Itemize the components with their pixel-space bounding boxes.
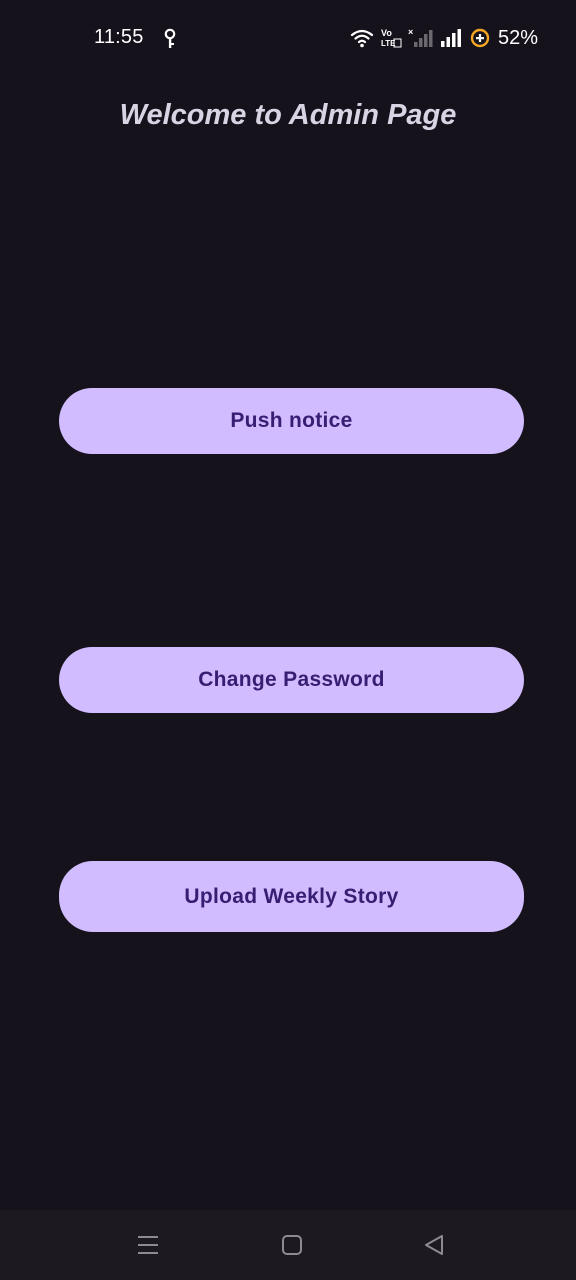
push-notice-button[interactable]: Push notice [59,388,524,454]
change-password-button[interactable]: Change Password [59,647,524,713]
page-title: Welcome to Admin Page [119,99,457,131]
volte-icon: Vo LTE [381,28,402,48]
back-icon [425,1235,443,1255]
back-button[interactable] [418,1229,450,1261]
home-icon [282,1235,302,1255]
status-time: 11:55 [94,26,144,48]
upload-weekly-story-button[interactable]: Upload Weekly Story [59,861,524,932]
status-icons: Vo LTE × 52% [350,24,538,52]
svg-text:×: × [408,27,413,37]
key-icon [164,28,176,48]
svg-text:Vo: Vo [381,28,392,38]
admin-screen: 11:55 Vo LTE × 52% Welcome to Admin Page… [0,0,576,1280]
wifi-icon [350,29,374,48]
menu-icon [138,1236,158,1254]
recents-button[interactable] [132,1229,164,1261]
status-bar: 11:55 Vo LTE × 52% [0,0,576,78]
battery-saver-icon [470,28,490,48]
system-nav-bar [0,1210,576,1280]
signal-sim2-icon: × [408,27,433,47]
home-button[interactable] [276,1229,308,1261]
battery-percent: 52% [497,26,538,49]
signal-sim1-icon [440,29,461,47]
